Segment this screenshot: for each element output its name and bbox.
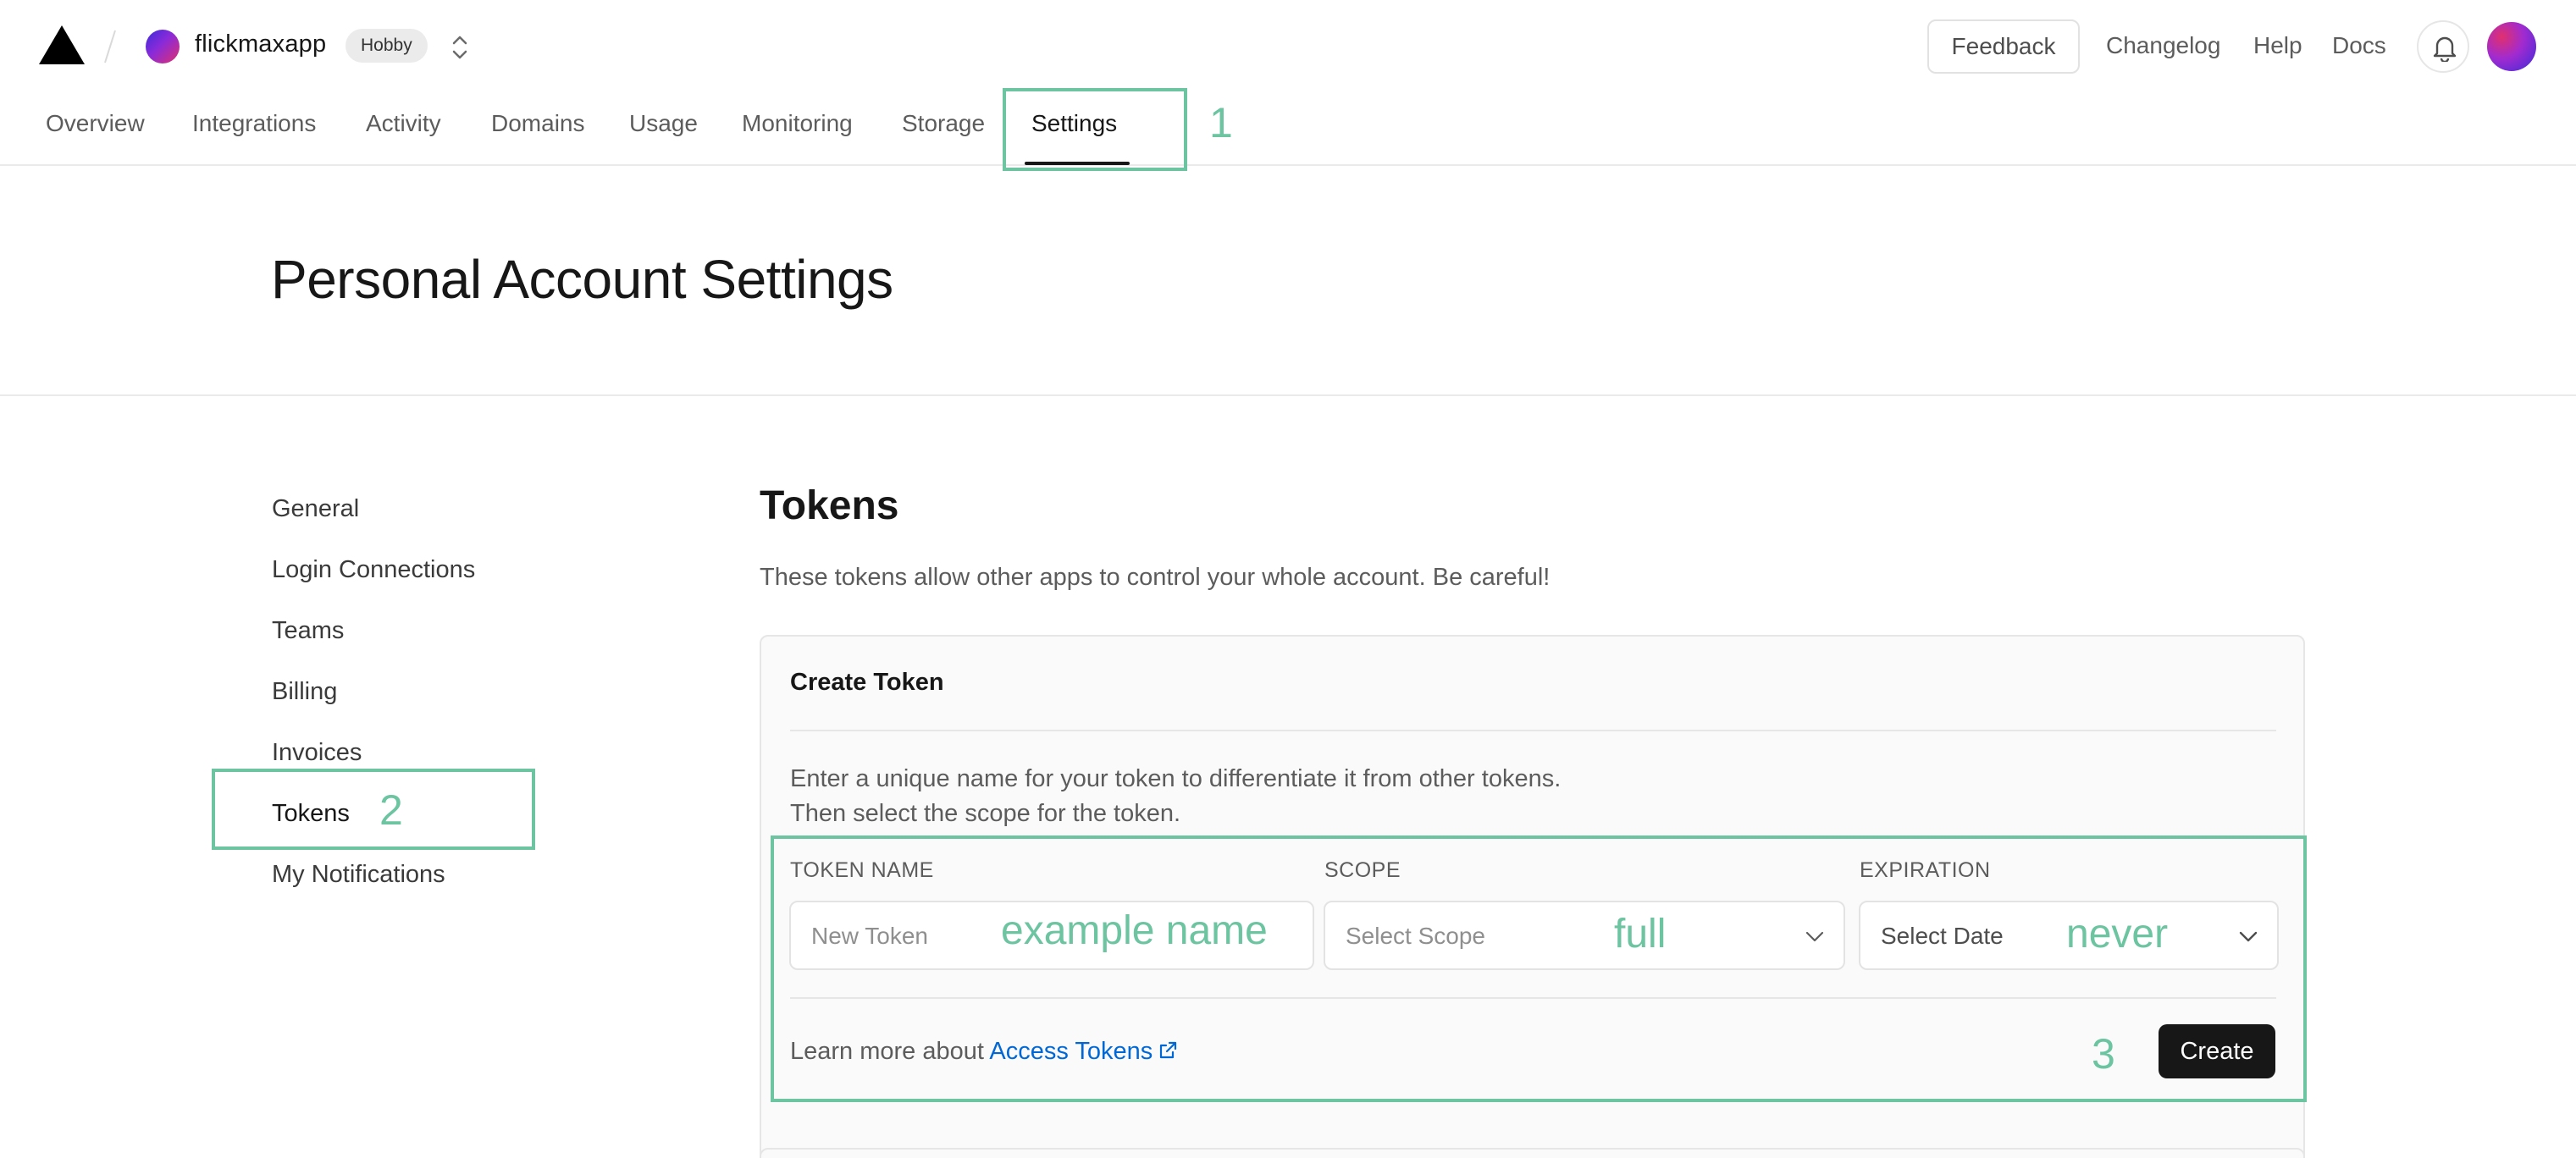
annotation-expiration-example: never: [2066, 912, 2169, 957]
tab-overview[interactable]: Overview: [46, 110, 145, 137]
vercel-logo-icon[interactable]: [39, 25, 85, 64]
annotation-scope-example: full: [1614, 912, 1667, 957]
project-avatar[interactable]: [146, 30, 180, 63]
plan-badge: Hobby: [345, 29, 428, 63]
page-title: Personal Account Settings: [271, 249, 893, 310]
tokens-description: These tokens allow other apps to control…: [760, 564, 1551, 591]
description-line-2: Then select the scope for the token.: [790, 800, 1181, 827]
create-token-description: Enter a unique name for your token to di…: [790, 762, 1561, 831]
sidebar-item-invoices[interactable]: Invoices: [272, 739, 362, 767]
tab-monitoring[interactable]: Monitoring: [742, 110, 853, 137]
sidebar-item-teams[interactable]: Teams: [272, 617, 344, 645]
description-line-1: Enter a unique name for your token to di…: [790, 765, 1562, 792]
chevron-updown-icon[interactable]: [447, 31, 473, 63]
annotation-box-token-form: [771, 835, 2307, 1102]
tokens-list-card: [760, 1148, 2305, 1158]
tab-domains[interactable]: Domains: [491, 110, 584, 137]
create-token-title: Create Token: [790, 669, 944, 696]
annotation-step-3: 3: [2092, 1030, 2115, 1078]
sidebar-item-billing[interactable]: Billing: [272, 678, 337, 706]
bell-icon: [2433, 36, 2457, 62]
sidebar-item-my-notifications[interactable]: My Notifications: [272, 861, 445, 889]
breadcrumb-separator: [104, 30, 116, 63]
tab-activity[interactable]: Activity: [366, 110, 441, 137]
annotation-token-name-example: example name: [1001, 908, 1268, 953]
tab-storage[interactable]: Storage: [902, 110, 985, 137]
notifications-button[interactable]: [2417, 20, 2469, 73]
tab-usage[interactable]: Usage: [629, 110, 698, 137]
annotation-step-1: 1: [1209, 99, 1233, 146]
sidebar-item-login-connections[interactable]: Login Connections: [272, 556, 475, 584]
changelog-link[interactable]: Changelog: [2106, 32, 2220, 59]
annotation-box-tokens-item: [212, 769, 535, 850]
card-divider: [790, 730, 2276, 731]
project-name[interactable]: flickmaxapp: [195, 30, 326, 58]
docs-link[interactable]: Docs: [2332, 32, 2386, 59]
annotation-step-2: 2: [379, 786, 403, 834]
help-link[interactable]: Help: [2253, 32, 2302, 59]
annotation-box-settings-tab: [1003, 88, 1187, 171]
sidebar-item-general[interactable]: General: [272, 495, 359, 523]
tab-integrations[interactable]: Integrations: [192, 110, 316, 137]
user-avatar[interactable]: [2487, 22, 2536, 71]
feedback-button[interactable]: Feedback: [1927, 19, 2080, 74]
page-title-band: Personal Account Settings: [0, 166, 2576, 396]
top-header: flickmaxapp Hobby Feedback Changelog Hel…: [0, 0, 2576, 166]
tokens-heading: Tokens: [760, 483, 899, 528]
